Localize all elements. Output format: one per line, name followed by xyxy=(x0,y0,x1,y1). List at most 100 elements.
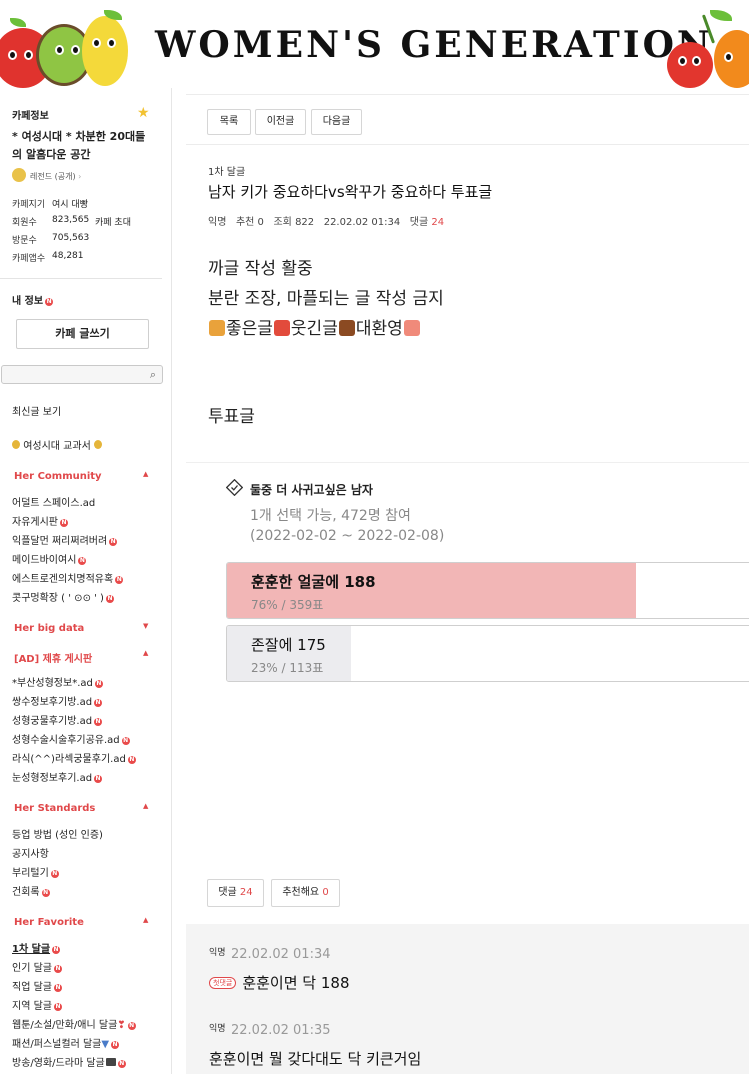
board-link[interactable]: 패션/퍼스널컬러 달글▼ N xyxy=(12,1035,120,1050)
board-link[interactable]: 성형수술시술후기공유.ad N xyxy=(12,731,130,746)
medal-icon xyxy=(12,440,20,449)
board-link[interactable]: 자유게시판 N xyxy=(12,513,68,528)
board-link[interactable]: 에스트로겐의치명적유혹 N xyxy=(12,570,124,585)
comments-count[interactable]: 24 xyxy=(431,217,444,228)
body-text: 까글 작성 활중 xyxy=(208,259,313,279)
popcorn-icon xyxy=(273,320,290,336)
new-badge: N xyxy=(41,889,50,897)
board-link-active[interactable]: 1차 달글 N xyxy=(12,940,61,955)
board-link[interactable]: 공지사항 xyxy=(12,845,49,860)
board-link[interactable]: 방송/영화/드라마 달글 N xyxy=(12,1054,126,1069)
board-label: *부산성형정보*.ad xyxy=(12,678,93,689)
board-link[interactable]: 부리털기 N xyxy=(12,864,59,879)
comment-date: 22.02.02 01:35 xyxy=(231,1023,331,1038)
info-label-visits: 방문수 xyxy=(12,236,37,246)
info-value-members: 823,565 xyxy=(52,215,90,225)
next-post-button[interactable]: 다음글 xyxy=(311,109,362,135)
new-badge: N xyxy=(50,870,59,878)
info-value-app: 48,281 xyxy=(52,251,84,261)
orange-icon xyxy=(714,30,749,88)
sidebar-search-input[interactable]: ⌕ xyxy=(1,365,163,384)
expand-arrow-icon[interactable]: ▼ xyxy=(143,622,148,630)
recommend-button-count: 0 xyxy=(322,887,329,898)
board-link[interactable]: *부산성형정보*.ad N xyxy=(12,674,103,689)
board-link[interactable]: 건회록 N xyxy=(12,883,50,898)
star-icon[interactable]: ★ xyxy=(137,105,150,121)
board-link[interactable]: 직업 달글 N xyxy=(12,978,62,993)
divider xyxy=(186,144,749,145)
board-label: 콧구멍확장 ( ' ⊙⊙ ' ) xyxy=(12,593,104,604)
collapse-arrow-icon[interactable]: ▲ xyxy=(143,470,148,478)
board-link[interactable]: 쌍수정보후기방.ad N xyxy=(12,693,103,708)
body-text: 분란 조장, 마플되는 글 작성 금지 xyxy=(208,289,444,309)
group-her-favorite[interactable]: Her Favorite xyxy=(14,917,84,928)
new-badge: N xyxy=(111,1041,120,1049)
board-link[interactable]: 어덜트 스페이스.ad xyxy=(12,494,95,509)
new-badge: N xyxy=(94,699,103,707)
group-her-big-data[interactable]: Her big data xyxy=(14,623,84,634)
poll-period: (2022-02-02 ~ 2022-02-08) xyxy=(250,528,445,544)
board-link[interactable]: 콧구멍확장 ( ' ⊙⊙ ' ) N xyxy=(12,589,114,604)
comments-button[interactable]: 댓글 24 xyxy=(207,879,264,907)
board-link[interactable]: 웹툰/소설/만화/애니 달글❣ N xyxy=(12,1016,136,1031)
comments-button-label: 댓글 xyxy=(218,887,237,898)
my-info-link[interactable]: 내 정보 N xyxy=(12,292,54,307)
collapse-arrow-icon[interactable]: ▲ xyxy=(143,916,148,924)
collapse-arrow-icon[interactable]: ▲ xyxy=(143,802,148,810)
body-word: 웃긴글 xyxy=(290,319,338,339)
board-label: 방송/영화/드라마 달글 xyxy=(12,1058,105,1069)
invite-link[interactable]: 카페 초대 xyxy=(95,215,131,228)
group-ad-boards[interactable]: [AD] 제휴 게시판 xyxy=(14,650,92,665)
board-link[interactable]: 익플달먼 쩌리쩌려버려 N xyxy=(12,532,118,547)
comment-body: 훈훈이면 닥 188 xyxy=(242,974,350,992)
cafe-level[interactable]: 레전드 (공개) › xyxy=(30,171,81,182)
recent-posts-link[interactable]: 최신글 보기 xyxy=(12,403,61,418)
post-title: 남자 키가 중요하다vs왁꾸가 중요하다 투표글 xyxy=(208,183,493,201)
board-label: 부리털기 xyxy=(12,868,49,879)
poll-option[interactable]: 존잘에 175 23% / 113표 xyxy=(226,625,749,682)
new-badge: N xyxy=(127,1022,136,1030)
new-badge: N xyxy=(94,775,103,783)
board-label: 메이드바이여시 xyxy=(12,555,77,566)
board-label: 익플달먼 쩌리쩌려버려 xyxy=(12,536,108,547)
poll-option[interactable]: 훈훈한 얼굴에 188 76% / 359표 xyxy=(226,562,749,619)
new-badge: N xyxy=(115,576,124,584)
list-button[interactable]: 목록 xyxy=(207,109,251,135)
textbook-label: 여성시대 교과서 xyxy=(23,441,91,452)
board-link[interactable]: 인기 달글 N xyxy=(12,959,62,974)
group-her-standards[interactable]: Her Standards xyxy=(14,803,95,814)
sidebar: 카페정보 ★ * 여성시대 * 차분한 20대들 의 알흠다운 공간 레전드 (… xyxy=(0,88,172,1074)
info-label-app: 카페앱수 xyxy=(12,254,46,264)
search-icon[interactable]: ⌕ xyxy=(150,368,156,382)
board-link[interactable]: 등업 방법 (성인 인증) xyxy=(12,826,103,841)
new-badge: N xyxy=(94,718,103,726)
board-link[interactable]: 지역 달글 N xyxy=(12,997,62,1012)
pizza-icon xyxy=(209,320,225,336)
cafe-write-button[interactable]: 카페 글쓰기 xyxy=(16,319,149,349)
board-link[interactable]: 성형궁물후기방.ad N xyxy=(12,712,103,727)
divider xyxy=(186,462,749,463)
recommend-button[interactable]: 추천해요 0 xyxy=(271,879,340,907)
group-her-community[interactable]: Her Community xyxy=(14,471,102,482)
medal-icon xyxy=(93,440,102,449)
cafe-description-line-2: 의 알흠다운 공간 xyxy=(12,148,91,161)
collapse-arrow-icon[interactable]: ▲ xyxy=(143,649,148,657)
shirt-icon: ▼ xyxy=(101,1039,110,1050)
board-link[interactable]: 눈성형정보후기.ad N xyxy=(12,769,103,784)
post-category[interactable]: 1차 달글 xyxy=(208,163,245,178)
comments-label[interactable]: 댓글 xyxy=(410,217,428,228)
divider xyxy=(186,94,749,95)
prev-post-button[interactable]: 이전글 xyxy=(255,109,306,135)
drumstick-icon xyxy=(338,320,355,336)
board-link[interactable]: 라식(^^)라섹궁물후기.ad N xyxy=(12,750,136,765)
new-badge: N xyxy=(121,737,130,745)
info-value-manager[interactable]: 여시 대빵 xyxy=(52,197,88,210)
poll-question: 둘중 더 사귀고싶은 남자 xyxy=(250,483,373,497)
board-label: 성형수술시술후기공유.ad xyxy=(12,735,120,746)
body-text: 좋은글 웃긴글 대환영 xyxy=(208,314,421,339)
cafe-banner[interactable]: WOMEN'S GENERATION xyxy=(0,0,749,88)
textbook-link[interactable]: 여성시대 교과서 xyxy=(12,437,102,452)
comment-text: 첫댓글 훈훈이면 닥 188 xyxy=(209,972,350,993)
board-link[interactable]: 메이드바이여시 N xyxy=(12,551,87,566)
post-author: 익명 xyxy=(208,217,227,228)
